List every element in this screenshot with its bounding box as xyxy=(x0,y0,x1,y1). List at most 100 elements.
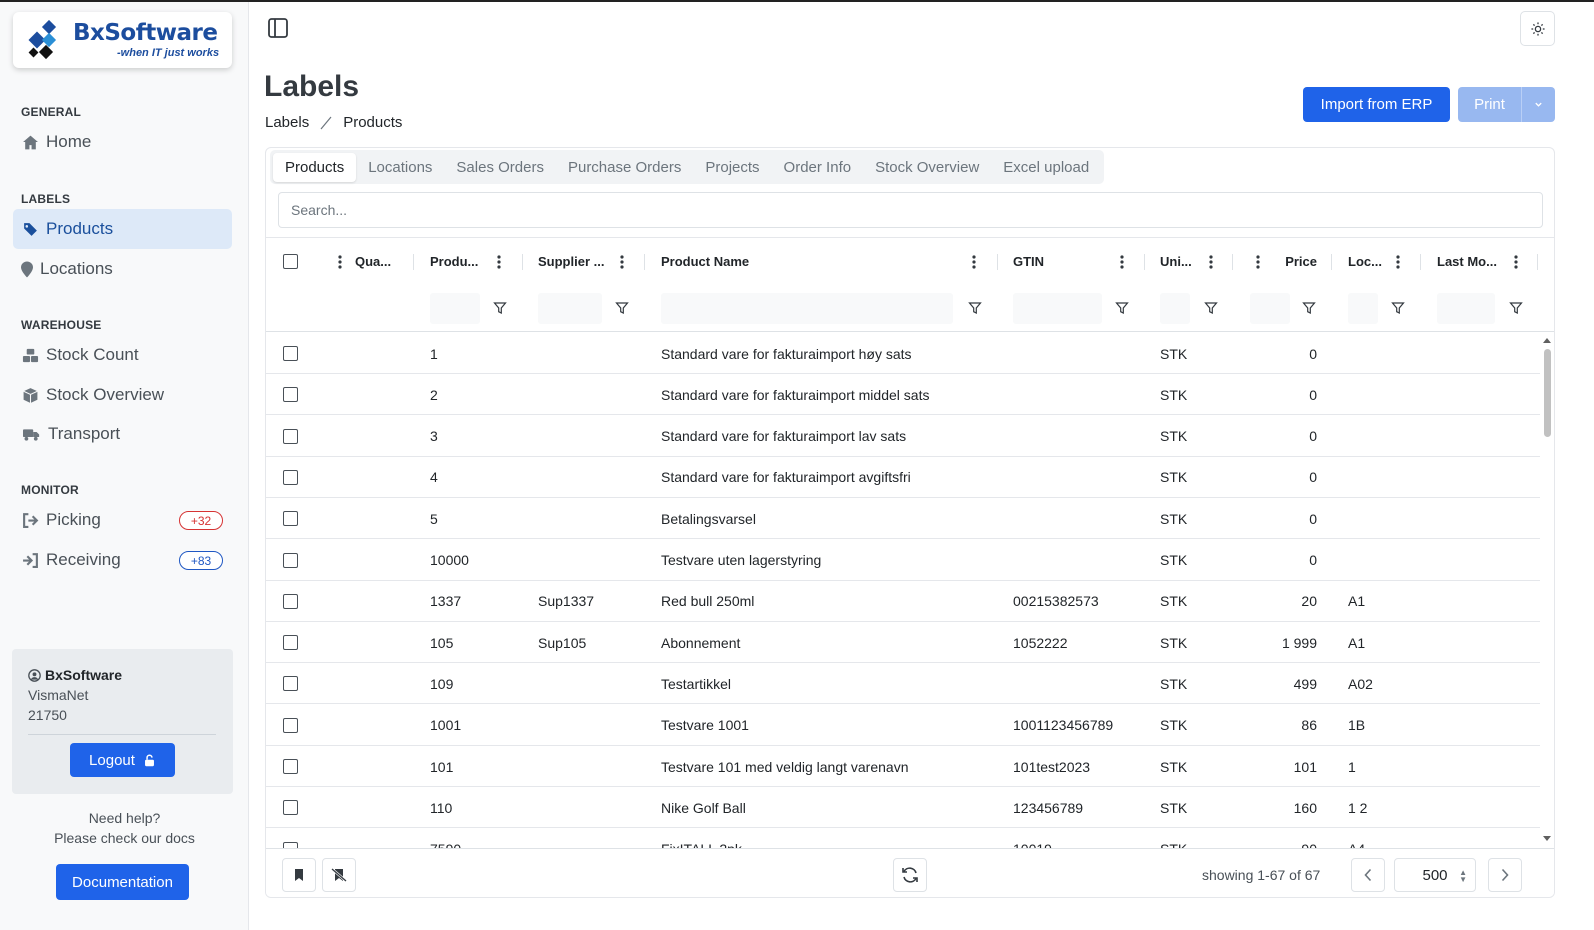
filter-icon[interactable] xyxy=(1204,301,1218,315)
tab-projects[interactable]: Projects xyxy=(693,153,771,182)
column-menu-icon[interactable] xyxy=(617,253,627,271)
theme-toggle-button[interactable] xyxy=(1520,11,1555,46)
sidebar-item-locations[interactable]: Locations xyxy=(13,249,232,289)
table-row[interactable]: 1 Standard vare for fakturaimport høy sat… xyxy=(266,333,1540,374)
row-select-checkbox[interactable] xyxy=(283,469,298,485)
table-row[interactable]: 101 Testvare 101 med veldig langt varenav… xyxy=(266,746,1540,787)
tab-locations[interactable]: Locations xyxy=(356,153,444,182)
column-separator[interactable] xyxy=(413,254,414,270)
table-row[interactable]: 1337 Sup1337 Red bull 250ml 00215382573 STK 2… xyxy=(266,581,1540,622)
sidebar-item-stock-overview[interactable]: Stock Overview xyxy=(13,375,232,415)
column-header-price[interactable]: Price xyxy=(1285,238,1317,285)
refresh-button[interactable] xyxy=(893,858,927,892)
column-separator[interactable] xyxy=(1331,254,1332,270)
tab-sales-orders[interactable]: Sales Orders xyxy=(444,153,556,182)
row-select-checkbox[interactable] xyxy=(283,511,298,527)
column-menu-icon[interactable] xyxy=(494,253,504,271)
table-row[interactable]: 3 Standard vare for fakturaimport lav sat… xyxy=(266,416,1540,457)
filter-input-gtin[interactable] xyxy=(1013,293,1102,324)
next-page-button[interactable] xyxy=(1488,858,1522,892)
sidebar-item-picking[interactable]: Picking +32 xyxy=(13,500,232,540)
filter-icon[interactable] xyxy=(968,301,982,315)
filter-input-product[interactable] xyxy=(430,293,480,324)
column-separator[interactable] xyxy=(1144,254,1145,270)
row-select-checkbox[interactable] xyxy=(283,593,298,609)
column-menu-icon[interactable] xyxy=(1206,253,1216,271)
filter-input-product-name[interactable] xyxy=(661,293,953,324)
column-menu-icon[interactable] xyxy=(1511,253,1521,271)
row-select-checkbox[interactable] xyxy=(283,346,298,361)
print-button[interactable]: Print xyxy=(1458,87,1522,122)
column-header-quantity[interactable]: Qua... xyxy=(355,238,391,285)
column-menu-icon[interactable] xyxy=(1393,253,1403,271)
row-select-checkbox[interactable] xyxy=(283,635,298,651)
scroll-up-arrow-icon[interactable] xyxy=(1543,338,1551,343)
filter-input-last-modified[interactable] xyxy=(1437,293,1495,324)
row-select-checkbox[interactable] xyxy=(283,552,298,568)
column-header-location[interactable]: Loc... xyxy=(1348,238,1382,285)
sidebar-item-stock-count[interactable]: Stock Count xyxy=(13,335,232,375)
sidebar-toggle-icon[interactable] xyxy=(267,17,289,39)
bookmark-button[interactable] xyxy=(282,858,316,892)
filter-input-price[interactable] xyxy=(1250,293,1290,324)
filter-icon[interactable] xyxy=(493,301,507,315)
search-input[interactable] xyxy=(278,192,1543,228)
filter-input-unit[interactable] xyxy=(1160,293,1190,324)
table-row[interactable]: 4 Standard vare for fakturaimport avgifts… xyxy=(266,457,1540,498)
tab-excel-upload[interactable]: Excel upload xyxy=(991,153,1101,182)
column-menu-icon[interactable] xyxy=(1117,253,1127,271)
import-from-erp-button[interactable]: Import from ERP xyxy=(1303,87,1450,122)
filter-icon[interactable] xyxy=(1391,301,1405,315)
table-row[interactable]: 105 Sup105 Abonnement 1052222 STK 1 999 A1 xyxy=(266,622,1540,664)
row-select-checkbox[interactable] xyxy=(283,800,298,816)
column-menu-icon[interactable] xyxy=(335,253,345,271)
table-row[interactable]: 109 Testartikkel STK 499 A02 xyxy=(266,663,1540,705)
filter-input-location[interactable] xyxy=(1348,293,1378,324)
sidebar-item-transport[interactable]: Transport xyxy=(13,414,232,454)
table-row[interactable]: 10000 Testvare uten lagerstyring STK 0 xyxy=(266,540,1540,581)
column-menu-icon[interactable] xyxy=(1253,253,1263,271)
column-separator[interactable] xyxy=(522,254,523,270)
filter-icon[interactable] xyxy=(615,301,629,315)
tab-stock-overview[interactable]: Stock Overview xyxy=(863,153,991,182)
table-row[interactable]: 7590 FixITALL 2pk 10019 STK 90 A4 xyxy=(266,829,1540,848)
documentation-button[interactable]: Documentation xyxy=(56,864,189,900)
sidebar-item-receiving[interactable]: Receiving +83 xyxy=(13,540,232,580)
tab-order-info[interactable]: Order Info xyxy=(772,153,864,182)
sidebar-item-products[interactable]: Products xyxy=(13,209,232,249)
column-header-gtin[interactable]: GTIN xyxy=(1013,238,1044,285)
column-header-product-name[interactable]: Product Name xyxy=(661,238,749,285)
row-select-checkbox[interactable] xyxy=(283,717,298,733)
column-separator[interactable] xyxy=(1537,254,1538,270)
sidebar-item-home[interactable]: Home xyxy=(13,122,232,162)
table-row[interactable]: 2 Standard vare for fakturaimport middel … xyxy=(266,374,1540,416)
tab-purchase-orders[interactable]: Purchase Orders xyxy=(556,153,693,182)
column-header-unit[interactable]: Uni... xyxy=(1160,238,1192,285)
table-row[interactable]: 5 Betalingsvarsel STK 0 xyxy=(266,498,1540,540)
column-separator[interactable] xyxy=(644,254,645,270)
remove-bookmark-button[interactable] xyxy=(322,858,356,892)
column-menu-icon[interactable] xyxy=(969,253,979,271)
scroll-thumb[interactable] xyxy=(1544,349,1551,437)
column-header-supplier[interactable]: Supplier ... xyxy=(538,238,604,285)
filter-icon[interactable] xyxy=(1509,301,1523,315)
filter-icon[interactable] xyxy=(1302,301,1316,315)
tab-products[interactable]: Products xyxy=(273,152,357,182)
row-select-checkbox[interactable] xyxy=(283,428,298,444)
filter-input-supplier[interactable] xyxy=(538,293,602,324)
previous-page-button[interactable] xyxy=(1351,858,1385,892)
table-row[interactable]: 1001 Testvare 1001 1001123456789 STK 86 1B xyxy=(266,705,1540,746)
breadcrumb-item[interactable]: Labels xyxy=(265,114,309,131)
select-all-checkbox[interactable] xyxy=(283,254,298,269)
logout-button[interactable]: Logout xyxy=(70,743,175,777)
column-header-product[interactable]: Produ... xyxy=(430,238,478,285)
column-separator[interactable] xyxy=(997,254,998,270)
column-separator[interactable] xyxy=(1232,254,1233,270)
scroll-down-arrow-icon[interactable] xyxy=(1543,836,1551,841)
page-size-select[interactable]: 500 ▲ ▼ xyxy=(1394,858,1476,892)
print-dropdown-toggle[interactable] xyxy=(1522,87,1555,122)
row-select-checkbox[interactable] xyxy=(283,759,298,774)
row-select-checkbox[interactable] xyxy=(283,676,298,692)
filter-icon[interactable] xyxy=(1115,301,1129,315)
column-header-last-modified[interactable]: Last Mo... xyxy=(1437,238,1497,285)
